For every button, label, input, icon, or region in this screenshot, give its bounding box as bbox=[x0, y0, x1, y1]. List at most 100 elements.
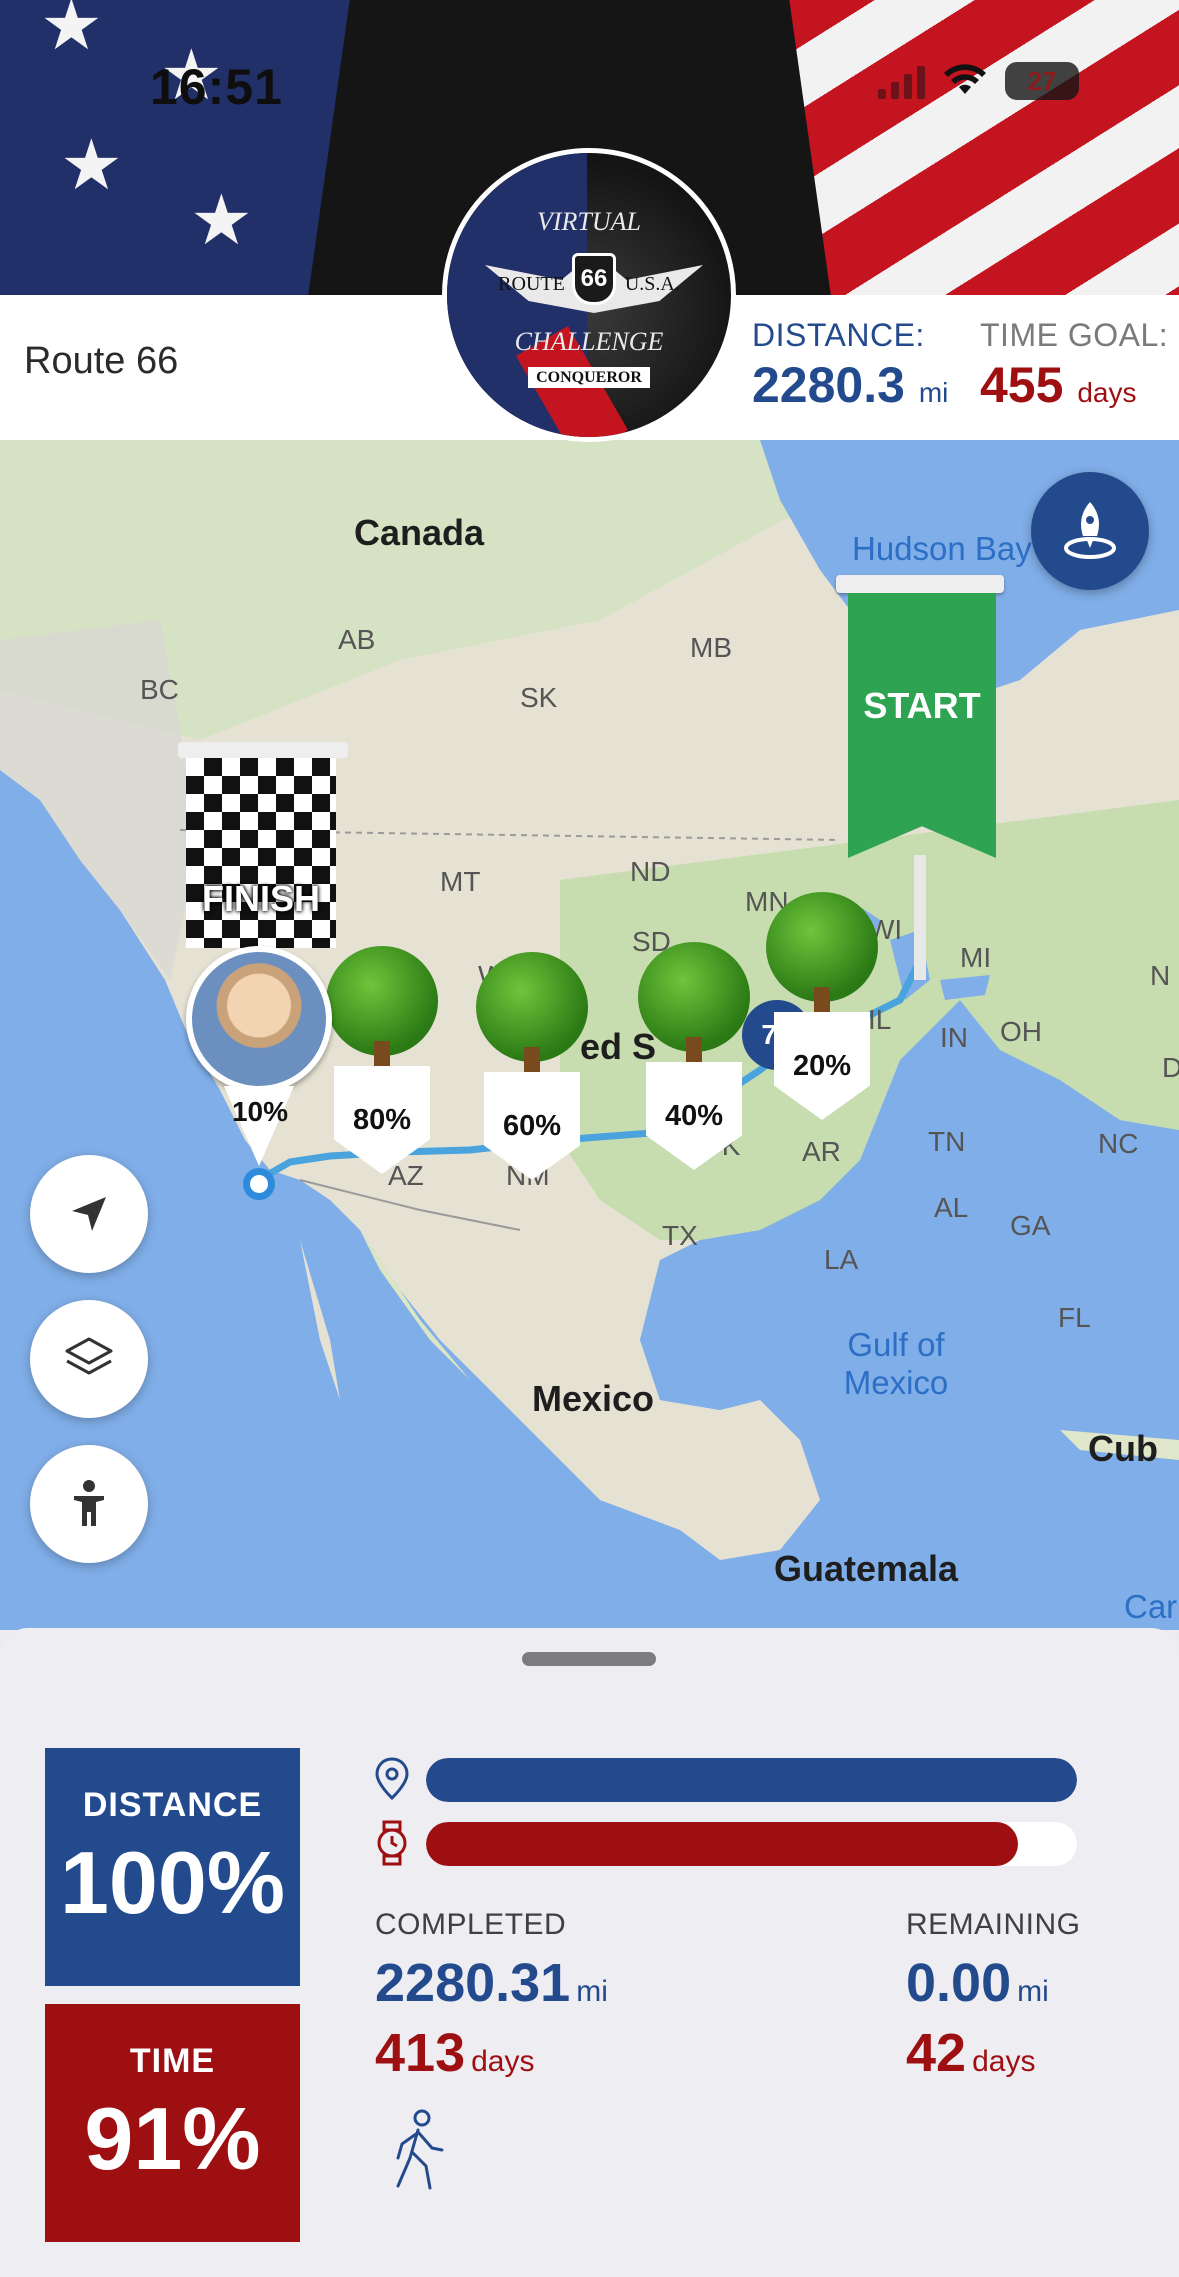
map-layers-button[interactable] bbox=[30, 1300, 148, 1418]
remaining-distance: 0.00 mi bbox=[906, 1952, 1049, 2014]
milestone-percent: 60% bbox=[502, 1110, 562, 1142]
remaining-distance-number: 0.00 bbox=[906, 1953, 1012, 2013]
distance-progress-bar bbox=[426, 1758, 1077, 1802]
distance-value: 2280.3 mi bbox=[752, 356, 948, 414]
state-label: OH bbox=[1000, 1016, 1042, 1047]
distance-unit: mi bbox=[918, 377, 949, 408]
state-label: D bbox=[1162, 1052, 1179, 1083]
state-label: IN bbox=[940, 1022, 968, 1053]
route-map[interactable]: Canada Hudson Bay Mexico Gulf of Mexico … bbox=[0, 440, 1179, 1630]
tree-icon bbox=[476, 952, 588, 1062]
start-flag-marker[interactable]: START bbox=[836, 575, 1004, 980]
wifi-icon bbox=[944, 64, 986, 94]
progress-bottom-sheet[interactable]: DISTANCE 100% TIME 91% COMPLETED REMAINI… bbox=[0, 1628, 1179, 2277]
layers-icon bbox=[65, 1337, 113, 1375]
user-avatar-marker[interactable]: 10% bbox=[186, 946, 332, 1166]
status-bar-time: 16:51 bbox=[150, 59, 283, 115]
milestone-tree-marker[interactable]: 60% bbox=[476, 952, 588, 1182]
finish-flag-label: FINISH bbox=[201, 878, 320, 919]
start-flag-banner: START bbox=[848, 593, 996, 858]
time-goal-value: 455 days bbox=[980, 356, 1168, 414]
distance-summary: DISTANCE: 2280.3 mi bbox=[752, 317, 948, 414]
finish-flag-banner: FINISH bbox=[186, 758, 336, 948]
tree-icon bbox=[326, 946, 438, 1056]
map-label-hudson-bay: Hudson Bay bbox=[852, 530, 1032, 567]
finish-flag-pole-top bbox=[178, 742, 348, 758]
remaining-distance-unit: mi bbox=[1017, 1975, 1049, 2008]
milestone-tree-marker[interactable]: 20% bbox=[766, 892, 878, 1122]
remaining-days-unit: days bbox=[972, 2045, 1036, 2078]
map-label-gulf-of-mexico: Gulf of Mexico bbox=[843, 1326, 949, 1401]
state-label: NC bbox=[1098, 1128, 1139, 1159]
badge-text-virtual: VIRTUAL bbox=[537, 207, 641, 236]
state-label: N bbox=[1150, 960, 1171, 991]
time-progress-fill bbox=[426, 1822, 1019, 1866]
remaining-label: REMAINING bbox=[906, 1908, 1081, 1941]
finish-flag-marker[interactable]: FINISH bbox=[178, 742, 348, 948]
milestone-tree-marker[interactable]: 40% bbox=[638, 942, 750, 1172]
recenter-location-button[interactable] bbox=[30, 1155, 148, 1273]
time-goal-label: TIME GOAL: bbox=[980, 317, 1169, 353]
time-goal-number: 455 bbox=[980, 357, 1064, 413]
completed-days-unit: days bbox=[471, 2045, 535, 2078]
watch-icon bbox=[377, 1820, 407, 1866]
state-label: MT bbox=[440, 866, 481, 897]
time-tile-label: TIME bbox=[129, 2042, 216, 2080]
start-flag-pole-top bbox=[836, 575, 1004, 593]
location-pin-icon bbox=[375, 1757, 409, 1801]
route-name: Route 66 bbox=[24, 340, 179, 382]
battery-icon: 27 bbox=[1005, 62, 1079, 100]
us-flag-stripes-graphic bbox=[786, 0, 1179, 295]
state-label: GA bbox=[1010, 1210, 1051, 1241]
milestone-tree-marker[interactable]: 80% bbox=[326, 946, 438, 1176]
remaining-days-number: 42 bbox=[906, 2023, 967, 2083]
sheet-grabber-handle[interactable] bbox=[522, 1652, 656, 1666]
time-percent-tile: TIME 91% bbox=[45, 2004, 300, 2242]
milestone-percent: 20% bbox=[792, 1050, 852, 1082]
avatar-percent: 10% bbox=[231, 1096, 289, 1127]
person-icon bbox=[74, 1480, 104, 1526]
map-label-canada: Canada bbox=[354, 512, 485, 553]
start-flag-pole bbox=[914, 855, 926, 980]
state-label: TX bbox=[662, 1220, 698, 1251]
challenge-badge-logo: VIRTUAL ROUTE U.S.A. 66 CHALLENGE CONQUER… bbox=[442, 148, 736, 442]
state-label: LA bbox=[824, 1244, 859, 1275]
map-label-cuba: Cub bbox=[1088, 1428, 1158, 1469]
distance-progress-fill bbox=[426, 1758, 1077, 1802]
state-label: AL bbox=[934, 1192, 969, 1223]
state-label: SK bbox=[520, 682, 558, 713]
walking-person-icon[interactable] bbox=[388, 2108, 448, 2192]
completed-days: 413 days bbox=[375, 2022, 534, 2084]
time-progress-row bbox=[372, 1820, 1077, 1866]
state-label: AR bbox=[802, 1136, 841, 1167]
badge-text-usa: U.S.A. bbox=[624, 273, 680, 295]
star-icon: ★ bbox=[190, 181, 253, 259]
navigation-arrow-icon bbox=[72, 1197, 106, 1231]
state-label: BC bbox=[140, 674, 179, 705]
route-66-shield-icon: 66 bbox=[572, 253, 616, 305]
state-label: MB bbox=[690, 632, 732, 663]
state-label: MI bbox=[960, 942, 992, 973]
state-label: AB bbox=[338, 624, 376, 655]
badge-text-route: ROUTE bbox=[498, 273, 565, 295]
state-label: ND bbox=[630, 856, 671, 887]
launch-rocket-button[interactable] bbox=[1031, 472, 1149, 590]
cellular-signal-icon bbox=[878, 63, 925, 99]
distance-tile-label: DISTANCE bbox=[82, 1786, 263, 1824]
milestone-percent: 80% bbox=[352, 1104, 412, 1136]
time-goal-unit: days bbox=[1077, 377, 1137, 408]
completed-distance: 2280.31 mi bbox=[375, 1952, 608, 2014]
badge-text-conqueror: CONQUEROR bbox=[528, 367, 650, 388]
completed-label: COMPLETED bbox=[375, 1908, 567, 1941]
participants-button[interactable] bbox=[30, 1445, 148, 1563]
distance-percent-tile: DISTANCE 100% bbox=[45, 1748, 300, 1986]
distance-number: 2280.3 bbox=[752, 357, 905, 413]
tree-icon bbox=[766, 892, 878, 1002]
star-icon: ★ bbox=[40, 0, 103, 64]
time-goal-summary: TIME GOAL: 455 days bbox=[980, 317, 1168, 414]
status-bar-icons: 27 bbox=[878, 62, 1079, 100]
map-label-mexico: Mexico bbox=[532, 1378, 655, 1419]
tree-icon bbox=[638, 942, 750, 1052]
avatar bbox=[186, 946, 332, 1092]
time-progress-bar bbox=[426, 1822, 1077, 1866]
